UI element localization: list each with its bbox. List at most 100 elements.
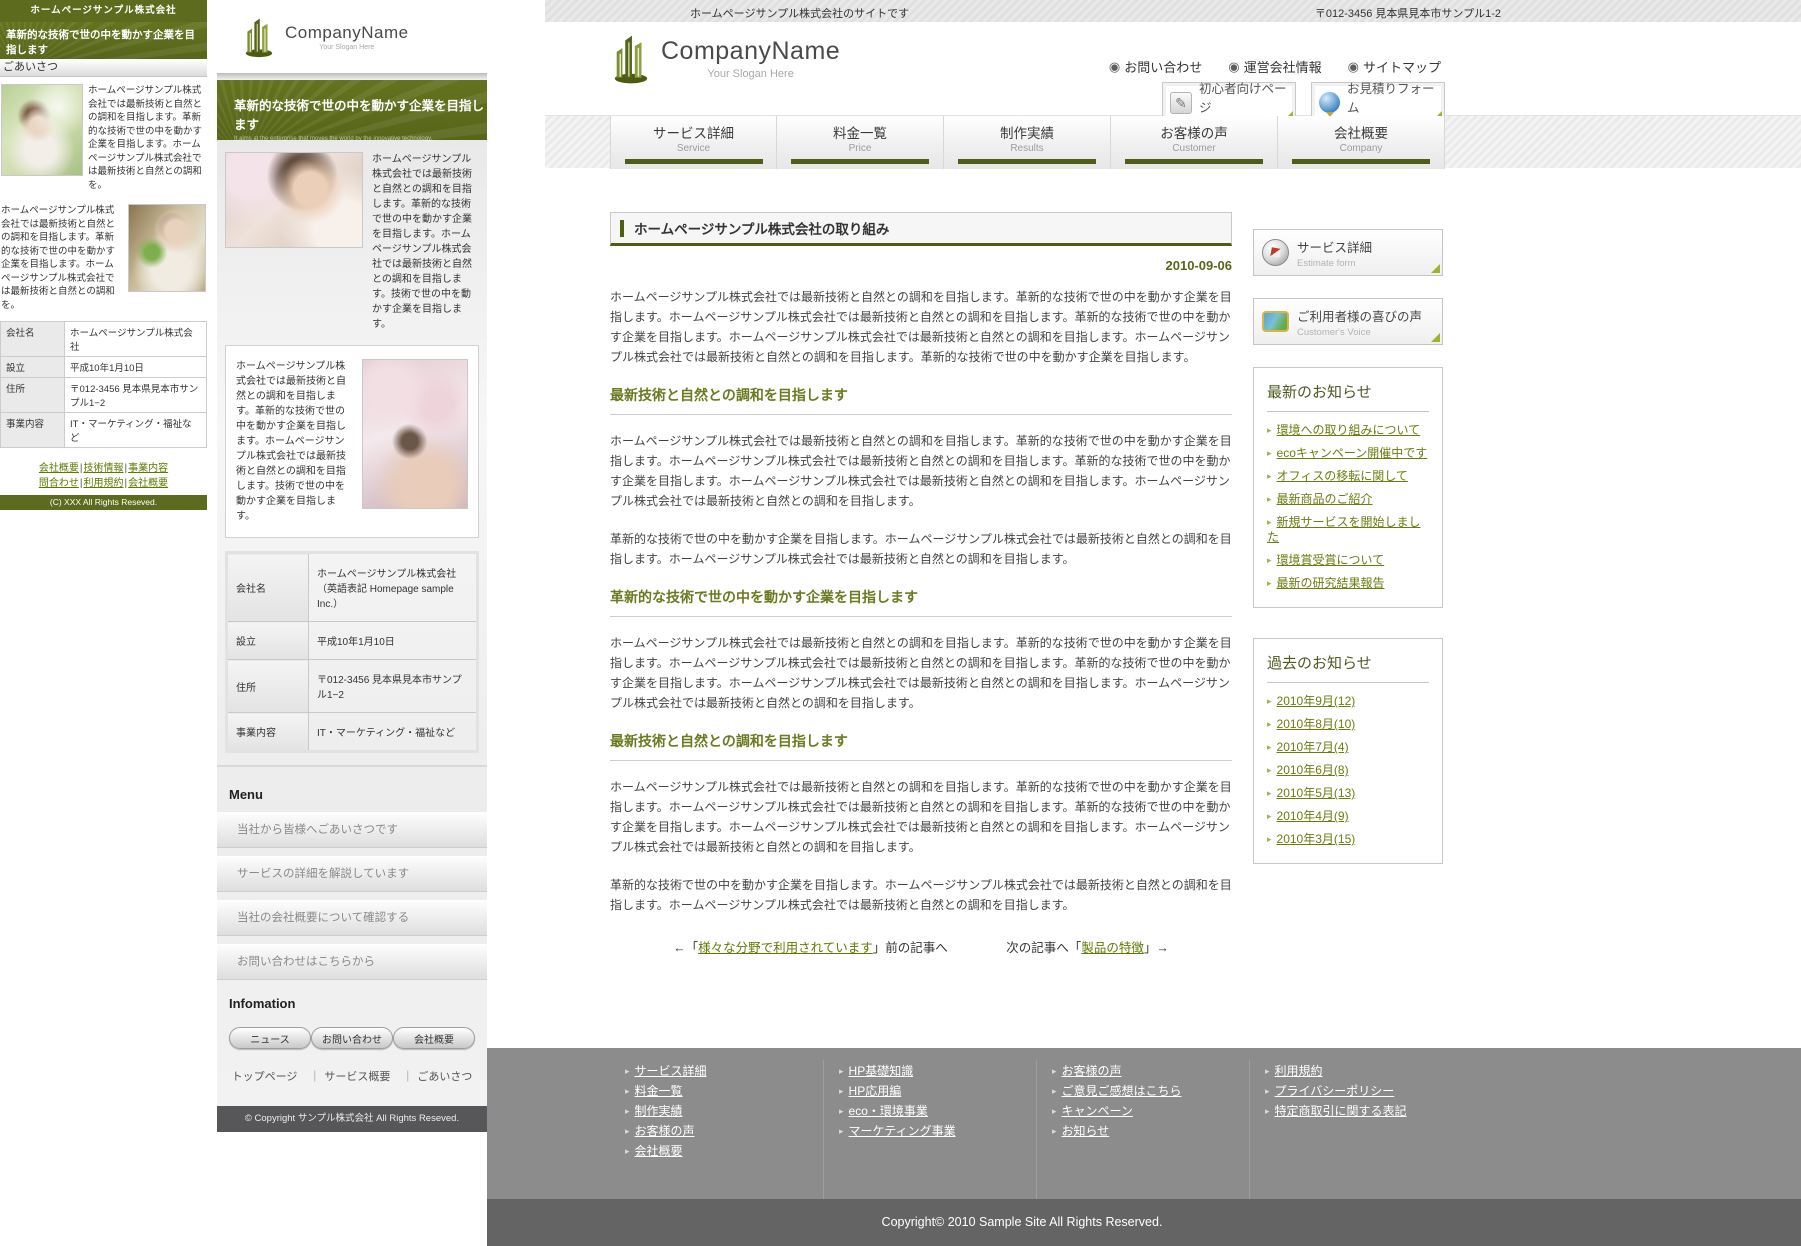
middle-menu-item-service[interactable]: サービスの詳細を解説しています bbox=[217, 856, 487, 892]
article-paragraph: ホームページサンプル株式会社では最新技術と自然との調和を目指します。革新的な技術… bbox=[610, 287, 1232, 367]
footer-link[interactable]: ご意見ご感想はこちら bbox=[1062, 1084, 1182, 1098]
news-link[interactable]: ecoキャンペーン開催中です bbox=[1277, 446, 1428, 460]
bullet-icon: ▸ bbox=[1267, 555, 1272, 565]
bullet-icon: ▸ bbox=[1267, 788, 1272, 798]
bullet-icon: ▸ bbox=[1265, 1066, 1270, 1076]
beginner-button-title: 初心者向けページ bbox=[1199, 78, 1288, 116]
archive-heading: 過去のお知らせ bbox=[1267, 652, 1429, 683]
left-link-business[interactable]: 事業内容 bbox=[128, 463, 168, 474]
row-label: 事業内容 bbox=[1, 413, 65, 448]
archive-link[interactable]: 2010年7月(4) bbox=[1277, 740, 1349, 754]
news-link[interactable]: 最新の研究結果報告 bbox=[1277, 576, 1385, 590]
row-value: 平成10年1月10日 bbox=[65, 357, 207, 378]
footer-link[interactable]: マーケティング事業 bbox=[849, 1124, 956, 1138]
nav-tab-sublabel: Price bbox=[777, 143, 943, 154]
nav-tab-price[interactable]: 料金一覧 Price bbox=[777, 116, 944, 169]
middle-footnav-greeting[interactable]: ごあいさつ bbox=[417, 1071, 472, 1083]
bullet-icon: ▸ bbox=[1052, 1086, 1057, 1096]
bullet-icon: ▸ bbox=[1052, 1126, 1057, 1136]
estimate-globe-icon bbox=[1319, 92, 1340, 113]
next-article-link[interactable]: 製品の特徴 bbox=[1081, 941, 1144, 955]
left-link-company2[interactable]: 会社概要 bbox=[128, 478, 168, 489]
footer-link[interactable]: 会社概要 bbox=[635, 1144, 683, 1158]
prev-article-link[interactable]: 様々な分野で利用されています bbox=[698, 941, 873, 955]
left-site-title: ホームページサンプル株式会社 bbox=[0, 0, 207, 22]
archive-link[interactable]: 2010年6月(8) bbox=[1277, 763, 1349, 777]
archive-link[interactable]: 2010年3月(15) bbox=[1277, 832, 1356, 846]
bullet-icon: ▸ bbox=[1267, 696, 1272, 706]
site-logo-name: CompanyName bbox=[661, 37, 840, 66]
site-logo[interactable]: CompanyName Your Slogan Here bbox=[610, 32, 840, 85]
bullet-icon: ▸ bbox=[1267, 517, 1272, 527]
nav-tab-customer[interactable]: お客様の声 Customer bbox=[1111, 116, 1278, 169]
header-link-operator-info[interactable]: ◉運営会社情報 bbox=[1228, 57, 1321, 76]
middle-menu-item-contact[interactable]: お問い合わせはこちらから bbox=[217, 944, 487, 980]
middle-footnav-service[interactable]: サービス概要 bbox=[324, 1071, 390, 1083]
news-button[interactable]: ニュース bbox=[229, 1027, 311, 1049]
middle-footnav-top[interactable]: トップページ bbox=[232, 1071, 298, 1083]
list-item: ▸オフィスの移転に関して bbox=[1267, 461, 1429, 484]
header-link-contact[interactable]: ◉お問い合わせ bbox=[1109, 57, 1202, 76]
archive-link[interactable]: 2010年9月(12) bbox=[1277, 694, 1356, 708]
footer-link[interactable]: eco・環境事業 bbox=[849, 1104, 928, 1118]
nav-tab-service[interactable]: サービス詳細 Service bbox=[610, 116, 777, 169]
separator: | bbox=[125, 478, 128, 489]
left-link-company[interactable]: 会社概要 bbox=[39, 463, 79, 474]
list-item: ▸2010年7月(4) bbox=[1267, 732, 1429, 755]
archive-link[interactable]: 2010年5月(13) bbox=[1277, 786, 1356, 800]
footer-copyright: Copyright© 2010 Sample Site All Rights R… bbox=[487, 1199, 1801, 1246]
archive-link[interactable]: 2010年8月(10) bbox=[1277, 717, 1356, 731]
footer-link[interactable]: キャンペーン bbox=[1062, 1104, 1133, 1118]
table-row: 事業内容 IT・マーケティング・福祉など bbox=[227, 713, 478, 752]
contact-button[interactable]: お問い合わせ bbox=[311, 1027, 393, 1049]
news-link[interactable]: 新規サービスを開始しました bbox=[1267, 515, 1421, 544]
footer-link[interactable]: お客様の声 bbox=[1062, 1064, 1122, 1078]
bullet-icon: ▸ bbox=[625, 1106, 630, 1116]
middle-menu-heading: Menu bbox=[225, 779, 479, 812]
footer-link[interactable]: お知らせ bbox=[1062, 1124, 1110, 1138]
middle-menu-item-company[interactable]: 当社の会社概要について確認する bbox=[217, 900, 487, 936]
row-label: 設立 bbox=[227, 622, 309, 660]
footer-link[interactable]: お客様の声 bbox=[635, 1124, 695, 1138]
compass-icon bbox=[1262, 239, 1289, 266]
nav-tab-company[interactable]: 会社概要 Company bbox=[1278, 116, 1445, 169]
nav-tab-results[interactable]: 制作実績 Results bbox=[944, 116, 1111, 169]
company-button[interactable]: 会社概要 bbox=[393, 1027, 475, 1049]
archive-link[interactable]: 2010年4月(9) bbox=[1277, 809, 1349, 823]
footer-link[interactable]: プライバシーポリシー bbox=[1275, 1084, 1395, 1098]
nav-tab-label: 会社概要 bbox=[1278, 122, 1444, 142]
separator: ｜ bbox=[402, 1071, 413, 1083]
separator: ｜ bbox=[309, 1071, 320, 1083]
footer-link[interactable]: HP応用編 bbox=[849, 1084, 902, 1098]
bullet-icon: ▸ bbox=[839, 1066, 844, 1076]
list-item: ▸ 制作実績 bbox=[625, 1102, 817, 1122]
left-link-contact[interactable]: 問合わせ bbox=[39, 478, 79, 489]
header-link-sitemap[interactable]: ◉サイトマップ bbox=[1348, 57, 1441, 76]
news-link[interactable]: 最新商品のご紹介 bbox=[1277, 492, 1373, 506]
ring-icon: ◉ bbox=[1109, 59, 1120, 75]
ring-icon: ◉ bbox=[1228, 59, 1239, 75]
middle-menu-item-greeting[interactable]: 当社から皆様へごあいさつです bbox=[217, 812, 487, 848]
building-logo-icon bbox=[242, 16, 276, 58]
news-link[interactable]: オフィスの移転に関して bbox=[1277, 469, 1408, 483]
sidebar-service-button[interactable]: サービス詳細 Estimate form bbox=[1253, 229, 1443, 276]
bullet-icon: ▸ bbox=[1267, 765, 1272, 775]
footer-link[interactable]: 料金一覧 bbox=[635, 1084, 683, 1098]
bullet-icon: ▸ bbox=[839, 1126, 844, 1136]
sidebar-button-title: サービス詳細 bbox=[1297, 237, 1372, 256]
news-link[interactable]: 環境への取り組みについて bbox=[1277, 423, 1421, 437]
footer-link[interactable]: 制作実績 bbox=[635, 1104, 683, 1118]
building-logo-icon bbox=[610, 32, 652, 85]
nav-tab-sublabel: Company bbox=[1278, 143, 1444, 154]
left-link-terms[interactable]: 利用規約 bbox=[84, 478, 124, 489]
main-nav: サービス詳細 Service 料金一覧 Price 制作実績 Results お… bbox=[545, 115, 1801, 168]
left-footer-links-line1: 会社概要|技術情報|事業内容 bbox=[0, 461, 207, 476]
footer-link[interactable]: 利用規約 bbox=[1275, 1064, 1323, 1078]
footer-link[interactable]: サービス詳細 bbox=[635, 1064, 707, 1078]
sidebar-voice-button[interactable]: ご利用者様の喜びの声 Customer's Voice bbox=[1253, 298, 1443, 345]
left-link-tech[interactable]: 技術情報 bbox=[84, 463, 124, 474]
left-company-table: 会社名 ホームページサンプル株式会社 設立 平成10年1月10日 住所 〒012… bbox=[0, 321, 207, 448]
footer-link[interactable]: HP基礎知識 bbox=[849, 1064, 914, 1078]
footer-link[interactable]: 特定商取引に関する表記 bbox=[1275, 1104, 1407, 1118]
news-link[interactable]: 環境賞受賞について bbox=[1277, 553, 1385, 567]
